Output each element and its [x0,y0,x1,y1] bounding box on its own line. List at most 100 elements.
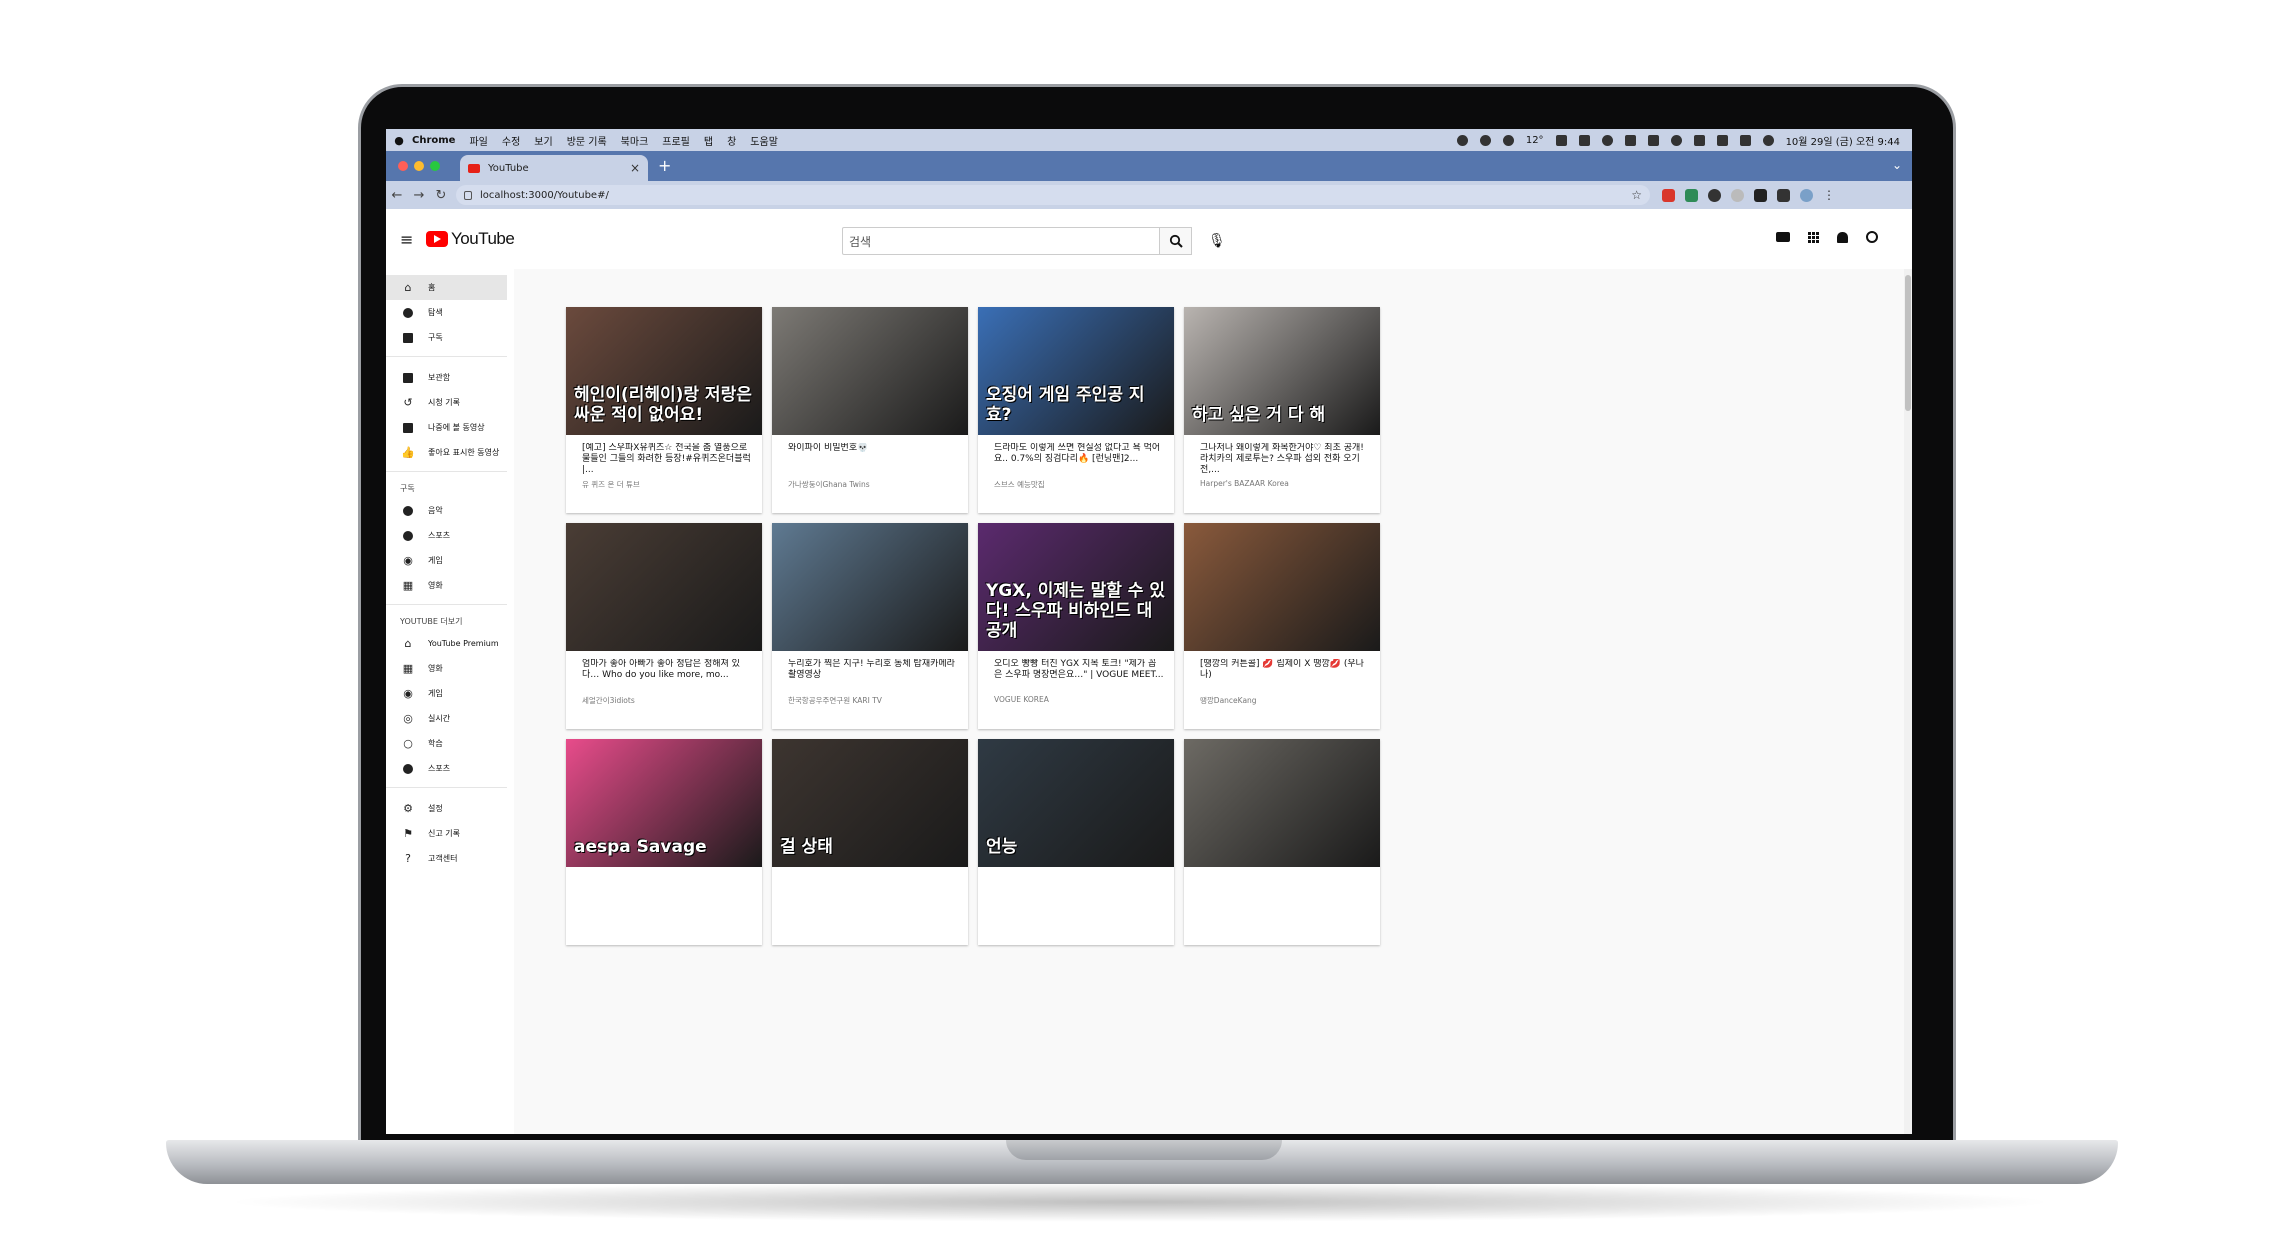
video-title[interactable]: 드라마도 이렇게 쓰면 현실성 없다고 욕 먹어요.. 0.7%의 징검다리🔥 … [994,443,1164,476]
sidebar-item-sports[interactable]: 스포츠 [386,523,507,548]
extension-icon[interactable] [1685,188,1698,202]
search-icon[interactable] [1716,134,1728,146]
siri-icon[interactable] [1762,134,1774,146]
video-card[interactable]: 와이파이 비밀번호💀 가나쌍둥이Ghana Twins [772,307,968,513]
control-center-icon[interactable] [1739,134,1751,146]
apple-icon[interactable]: ● [386,134,412,147]
status-icon[interactable] [1578,134,1590,146]
battery-icon[interactable] [1647,134,1659,146]
sidebar-item-report-history[interactable]: ⚑ 신고 기록 [386,821,507,846]
menu-item[interactable]: 보기 [534,133,552,148]
menu-item[interactable]: 도움말 [750,133,778,148]
sidebar-item-liked[interactable]: 👍 좋아요 표시한 동영상 [386,440,507,465]
forward-button[interactable]: → [408,188,430,203]
channel-name[interactable]: 한국항공우주연구원 KARI TV [788,695,958,706]
channel-name[interactable]: 스브스 예능맛집 [994,479,1164,490]
video-thumbnail[interactable]: aespa Savage [566,739,762,867]
video-thumbnail[interactable]: 걸 상태 [772,739,968,867]
url-text[interactable]: localhost:3000/Youtube#/ [480,190,609,201]
sidebar-item-gaming[interactable]: ◉ 게임 [386,548,507,573]
video-card[interactable]: 엄마가 좋아 아빠가 좋아 정답은 정해져 있다… Who do you lik… [566,523,762,729]
wifi-icon[interactable] [1670,134,1682,146]
sidebar-item-subscriptions[interactable]: 구독 [386,325,507,350]
channel-name[interactable]: 가나쌍둥이Ghana Twins [788,479,958,490]
status-icon[interactable] [1479,134,1491,146]
scrollbar-thumb[interactable] [1905,275,1911,411]
status-icon[interactable] [1601,134,1613,146]
video-title[interactable] [1200,875,1370,908]
sidebar-item-settings[interactable]: ⚙ 설정 [386,796,507,821]
video-card[interactable]: 누리호가 찍은 지구! 누리호 동체 탑재카메라 촬영영상한국항공우주연구원 K… [772,523,968,729]
video-title[interactable]: 그나저나 왜이렇게 화목한거야♡ 최초 공개! 라치카의 제로투는? 스우파 섭… [1200,443,1370,476]
video-title[interactable]: 엄마가 좋아 아빠가 좋아 정답은 정해져 있다… Who do you lik… [582,659,752,692]
bookmark-star-icon[interactable]: ☆ [1631,188,1642,202]
puzzle-icon[interactable] [1754,188,1767,202]
close-tab-icon[interactable]: × [630,161,640,175]
status-icon[interactable] [1456,134,1468,146]
video-title[interactable]: [예고] 스우파X유퀴즈☆ 전국을 춤 열풍으로 물들인 그들의 화려한 등장!… [582,443,752,476]
address-bar[interactable]: localhost:3000/Youtube#/ ☆ [456,185,1650,205]
channel-name[interactable]: Harper's BAZAAR Korea [1200,479,1370,488]
search-input[interactable]: 검색 [842,227,1160,255]
status-icon[interactable] [1502,134,1514,146]
video-title[interactable]: 누리호가 찍은 지구! 누리호 동체 탑재카메라 촬영영상 [788,659,958,692]
menu-app-name[interactable]: Chrome [412,135,455,146]
video-card[interactable]: 오징어 게임 주인공 지효? 드라마도 이렇게 쓰면 현실성 없다고 욕 먹어요.… [978,307,1174,513]
account-icon[interactable] [1866,231,1878,243]
search-button[interactable] [1160,227,1192,255]
sidebar-item-sports-2[interactable]: 스포츠 [386,756,507,781]
video-thumbnail[interactable]: 오징어 게임 주인공 지효? [978,307,1174,435]
minimize-window-button[interactable] [414,161,424,171]
video-card[interactable]: 언능 [978,739,1174,945]
reload-button[interactable]: ↻ [430,188,452,203]
clock-text[interactable]: 10월 29일 (금) 오전 9:44 [1786,133,1900,148]
youtube-logo[interactable]: YouTube [426,229,515,249]
browser-tab[interactable]: YouTube × [460,155,648,181]
weather-text[interactable]: 12° [1526,135,1544,146]
video-thumbnail[interactable] [1184,739,1380,867]
sidebar-item-music[interactable]: 음악 [386,498,507,523]
sidebar-item-library[interactable]: 보관함 [386,365,507,390]
sidebar-item-movies-2[interactable]: ▦ 영화 [386,656,507,681]
video-thumbnail[interactable]: 헤인이(리헤이)랑 저랑은 싸운 적이 없어요! [566,307,762,435]
new-tab-button[interactable]: + [658,156,671,175]
channel-name[interactable]: VOGUE KOREA [994,695,1164,704]
sidebar-item-history[interactable]: ↺ 시청 기록 [386,390,507,415]
sidebar-item-home[interactable]: ⌂ 홈 [386,275,507,300]
video-card[interactable]: aespa Savage [566,739,762,945]
sidebar-item-learning[interactable]: ○ 학습 [386,731,507,756]
video-thumbnail[interactable]: 하고 싶은 거 다 해 [1184,307,1380,435]
video-title[interactable]: 와이파이 비밀번호💀 [788,443,958,476]
video-thumbnail[interactable] [1184,523,1380,651]
video-card[interactable]: YGX, 이제는 말할 수 있다! 스우파 비하인드 대공개 오디오 빵빵 터진 … [978,523,1174,729]
microphone-icon[interactable]: 🎙 [1208,233,1226,249]
scrollbar[interactable] [1904,269,1912,1134]
video-card[interactable]: [땡깡의 커튼콜] 💋 립제이 X 땡깡💋 (우나나) 땡깡DanceKang [1184,523,1380,729]
menu-item[interactable]: 북마크 [621,133,649,148]
channel-name[interactable]: 세얼간이3idiots [582,695,752,706]
more-menu-icon[interactable]: ⋮ [1823,188,1835,202]
sidebar-item-movies[interactable]: ▦ 영화 [386,573,507,598]
menu-item[interactable]: 수정 [502,133,520,148]
sidebar-item-premium[interactable]: ⌂ YouTube Premium [386,631,507,656]
video-card[interactable]: 하고 싶은 거 다 해그나저나 왜이렇게 화목한거야♡ 최초 공개! 라치카의 … [1184,307,1380,513]
notifications-bell-icon[interactable] [1837,231,1848,243]
tab-search-icon[interactable]: ⌄ [1892,158,1902,172]
extension-icon[interactable] [1731,188,1744,202]
video-card[interactable]: 헤인이(리헤이)랑 저랑은 싸운 적이 없어요! [예고] 스우파X유퀴즈☆ 전국… [566,307,762,513]
menu-item[interactable]: 방문 기록 [567,133,607,148]
video-thumbnail[interactable] [772,307,968,435]
sidebar-item-help[interactable]: ? 고객센터 [386,846,507,871]
video-thumbnail[interactable]: 언능 [978,739,1174,867]
video-card[interactable]: 걸 상태 [772,739,968,945]
video-thumbnail[interactable] [566,523,762,651]
video-thumbnail[interactable] [772,523,968,651]
close-window-button[interactable] [398,161,408,171]
video-title[interactable] [788,875,958,908]
menu-item[interactable]: 창 [727,133,736,148]
sidebar-item-watch-later[interactable]: 나중에 볼 동영상 [386,415,507,440]
sidebar-item-gaming-2[interactable]: ◉ 게임 [386,681,507,706]
video-title[interactable]: 오디오 빵빵 터진 YGX 지목 토크! "제가 꼽은 스우파 명장면은요…" … [994,659,1164,692]
create-video-icon[interactable] [1776,232,1790,242]
zoom-window-button[interactable] [430,161,440,171]
